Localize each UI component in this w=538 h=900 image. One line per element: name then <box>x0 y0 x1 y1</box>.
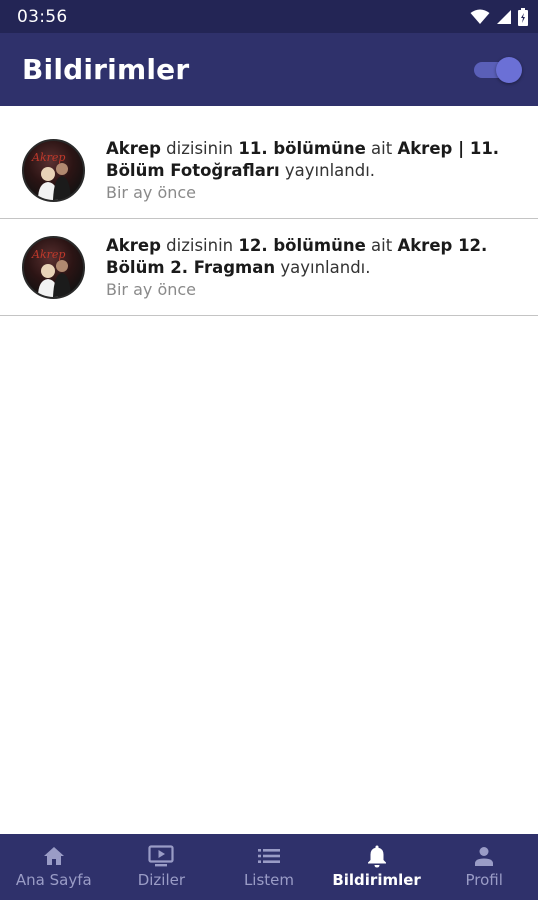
nav-item-series[interactable]: Diziler <box>108 834 215 900</box>
battery-icon <box>518 7 528 26</box>
notification-item[interactable]: Akrep Akrep dizisinin 11. bölümüne ait A… <box>0 123 538 219</box>
notifications-toggle[interactable] <box>474 56 522 83</box>
notification-body: Akrep dizisinin 12. bölümüne ait Akrep 1… <box>106 235 518 300</box>
nav-label: Bildirimler <box>332 871 421 889</box>
nav-item-home[interactable]: Ana Sayfa <box>0 834 107 900</box>
home-icon <box>43 845 65 867</box>
notification-text: Akrep dizisinin 11. bölümüne ait Akrep |… <box>106 138 518 182</box>
cell-signal-icon <box>496 9 512 25</box>
notification-body: Akrep dizisinin 11. bölümüne ait Akrep |… <box>106 138 518 203</box>
notification-list: Akrep Akrep dizisinin 11. bölümüne ait A… <box>0 106 538 316</box>
wifi-icon <box>470 9 490 25</box>
tv-icon <box>148 845 174 867</box>
text-part: ait <box>365 139 398 158</box>
toggle-thumb <box>496 56 522 83</box>
episode-ref: 11. bölümüne <box>238 139 366 158</box>
nav-label: Listem <box>243 871 295 889</box>
show-name: Akrep <box>106 139 161 158</box>
bell-icon <box>367 845 387 868</box>
notification-item[interactable]: Akrep Akrep dizisinin 12. bölümüne ait A… <box>0 219 538 316</box>
app-bar: Bildirimler <box>0 33 538 106</box>
page-title: Bildirimler <box>22 53 190 86</box>
show-name: Akrep <box>106 235 161 255</box>
nav-label: Ana Sayfa <box>15 871 92 889</box>
status-bar: 03:56 <box>0 0 538 33</box>
text-part: yayınlandı. <box>275 257 371 277</box>
show-avatar: Akrep <box>22 139 85 202</box>
svg-text:Akrep: Akrep <box>31 151 65 164</box>
bottom-nav: Ana Sayfa Diziler Listem Bildirimler Pro… <box>0 834 538 900</box>
episode-ref: 12. bölümüne <box>238 235 366 255</box>
nav-label: Profil <box>465 871 503 889</box>
text-part: dizisinin <box>160 139 239 158</box>
status-time: 03:56 <box>17 6 68 27</box>
nav-item-notifications[interactable]: Bildirimler <box>323 834 430 900</box>
show-avatar: Akrep <box>22 235 85 299</box>
notifications-screen: 03:56 Bildirimler Akrep Akrep dizisinin … <box>0 0 538 900</box>
status-icons <box>470 7 528 26</box>
list-icon <box>257 845 280 867</box>
nav-label: Diziler <box>137 871 186 889</box>
text-part: dizisinin <box>160 235 239 255</box>
text-part: yayınlandı. <box>279 161 376 180</box>
person-icon <box>474 845 494 867</box>
nav-item-my-list[interactable]: Listem <box>215 834 322 900</box>
nav-item-profile[interactable]: Profil <box>431 834 538 900</box>
text-part: ait <box>365 235 398 255</box>
notification-text: Akrep dizisinin 12. bölümüne ait Akrep 1… <box>106 235 518 279</box>
svg-text:Akrep: Akrep <box>31 248 65 261</box>
notification-time: Bir ay önce <box>106 279 197 299</box>
notification-time: Bir ay önce <box>106 183 197 202</box>
